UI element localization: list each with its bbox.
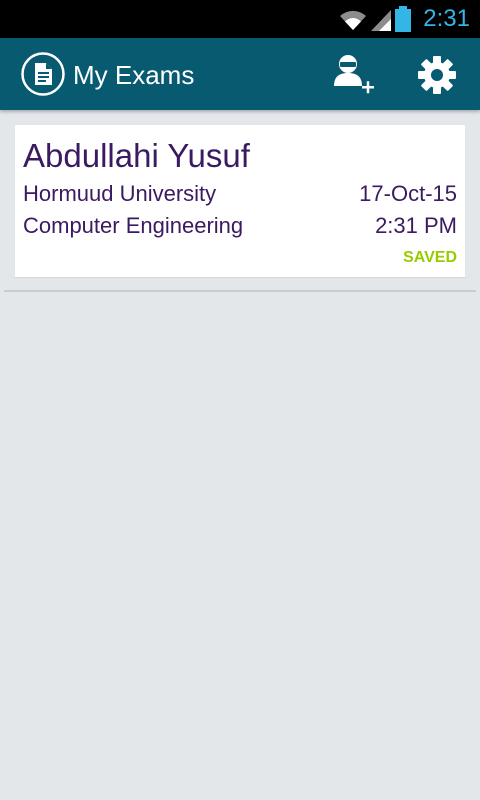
exam-card[interactable]: Abdullahi Yusuf Hormuud University 17-Oc… bbox=[15, 125, 465, 277]
status-icons bbox=[338, 6, 412, 32]
list-divider bbox=[4, 290, 476, 292]
app-title: My Exams bbox=[73, 60, 195, 90]
exam-time: 2:31 PM bbox=[375, 213, 457, 238]
exam-row-department: Computer Engineering 2:31 PM bbox=[23, 213, 457, 239]
university-name: Hormuud University bbox=[23, 181, 217, 206]
status-bar: 2:31 bbox=[0, 0, 480, 38]
wifi-icon bbox=[340, 10, 366, 30]
battery-icon bbox=[395, 6, 411, 32]
exam-row-university: Hormuud University 17-Oct-15 bbox=[23, 181, 457, 207]
student-name: Abdullahi Yusuf bbox=[23, 137, 250, 174]
department-name: Computer Engineering bbox=[23, 213, 244, 238]
settings-icon[interactable] bbox=[416, 54, 458, 96]
signal-icon bbox=[371, 10, 391, 31]
action-bar: My Exams bbox=[0, 38, 480, 110]
add-user-icon[interactable] bbox=[331, 52, 377, 98]
exam-date: 17-Oct-15 bbox=[359, 181, 457, 206]
status-badge: SAVED bbox=[403, 249, 457, 266]
document-icon[interactable] bbox=[21, 52, 65, 96]
status-clock: 2:31 bbox=[423, 5, 470, 32]
